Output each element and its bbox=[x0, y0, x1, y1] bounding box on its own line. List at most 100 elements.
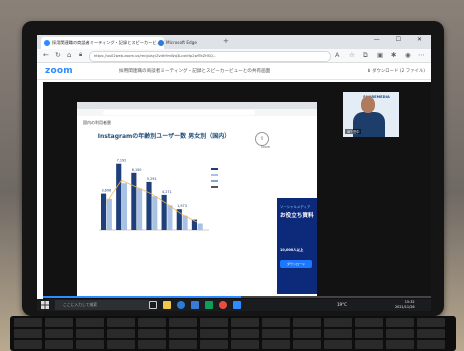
keyboard-key bbox=[138, 318, 166, 327]
keyboard-key bbox=[231, 340, 259, 349]
shared-address-bar bbox=[77, 109, 317, 116]
keyboard-key bbox=[138, 340, 166, 349]
zoom-header: zoom 採用関連職の商談者ミーティング・記録とスピーカービューとの共有画面 ⬇… bbox=[37, 63, 431, 80]
keyboard-key bbox=[45, 329, 73, 338]
speaker-name: IBT 田中 bbox=[345, 129, 362, 134]
keyboard-key bbox=[386, 329, 414, 338]
task-view-icon[interactable] bbox=[149, 301, 157, 309]
keyboard-key bbox=[324, 318, 352, 327]
keyboard-key bbox=[138, 329, 166, 338]
data-label: 3,696 bbox=[101, 189, 111, 193]
taskbar: ここに入力して検索 19°C 15:32 2021/11/26 bbox=[37, 299, 431, 311]
keyboard-key bbox=[45, 340, 73, 349]
favorite-star-icon[interactable]: ☆ bbox=[349, 51, 355, 59]
store-icon[interactable] bbox=[191, 301, 199, 309]
url-field[interactable]: https://us02web.zoom.us/rec/play/Zvdh9mW… bbox=[89, 51, 331, 62]
keyboard-key bbox=[417, 318, 445, 327]
bar-series-0 bbox=[116, 163, 122, 230]
keyboard-key bbox=[386, 340, 414, 349]
browser-tab[interactable]: Microsoft Edge bbox=[155, 37, 230, 49]
bar-series-0 bbox=[101, 193, 107, 230]
extensions-icon[interactable]: ⧉ bbox=[363, 51, 368, 60]
windows-start-icon[interactable] bbox=[41, 301, 49, 309]
keyboard-key bbox=[293, 318, 321, 327]
chrome-icon[interactable] bbox=[219, 301, 227, 309]
shared-screen: 国内の利用者層 Instagramの年齢別ユーザー数 男女別（国内） ⇪ Sha… bbox=[77, 102, 317, 310]
speaker-head bbox=[361, 96, 375, 113]
keyboard-key bbox=[169, 318, 197, 327]
profile-icon[interactable]: ◉ bbox=[405, 51, 411, 59]
keyboard-key bbox=[231, 318, 259, 327]
progress-fill bbox=[43, 296, 241, 298]
keyboard-key bbox=[262, 340, 290, 349]
keyboard-key bbox=[417, 340, 445, 349]
keyboard-key bbox=[14, 340, 42, 349]
keyboard-key bbox=[107, 340, 135, 349]
edge-favicon-icon bbox=[158, 40, 164, 46]
keyboard-key bbox=[262, 318, 290, 327]
chart-slide: Instagramの年齢別ユーザー数 男女別（国内） ⇪ Share 3,696… bbox=[89, 128, 271, 246]
address-bar: ← ↻ ⌂ 🔒︎ https://us02web.zoom.us/rec/pla… bbox=[37, 49, 431, 63]
new-tab-icon[interactable]: + bbox=[223, 37, 229, 45]
meeting-title: 採用関連職の商談者ミーティング・記録とスピーカービューとの共有画面 bbox=[119, 69, 271, 74]
app-icon[interactable] bbox=[205, 301, 213, 309]
keyboard-key bbox=[355, 318, 383, 327]
home-icon[interactable]: ⌂ bbox=[67, 51, 71, 59]
chart-title: Instagramの年齢別ユーザー数 男女別（国内） bbox=[97, 133, 231, 140]
clock-date: 2021/11/26 bbox=[395, 305, 415, 309]
settings-icon[interactable]: ✱ bbox=[391, 51, 396, 59]
back-icon[interactable]: ← bbox=[43, 51, 49, 59]
zoom-logo[interactable]: zoom bbox=[45, 66, 73, 76]
refresh-icon[interactable]: ↻ bbox=[55, 51, 61, 59]
more-menu-icon[interactable]: ⋯ bbox=[418, 51, 425, 59]
keyboard-key bbox=[45, 318, 73, 327]
ad-banner[interactable]: ソーシャルメディア お役立ち資料 10,000人以上 ダウンロード bbox=[277, 198, 317, 294]
lock-icon: 🔒︎ bbox=[79, 51, 83, 58]
chart-legend bbox=[211, 166, 261, 190]
legend-item bbox=[211, 184, 261, 190]
edge-icon[interactable] bbox=[177, 301, 185, 309]
keyboard-key bbox=[417, 329, 445, 338]
window-controls[interactable]: — ☐ ✕ bbox=[374, 36, 429, 43]
keyboard-key bbox=[355, 340, 383, 349]
system-clock[interactable]: 15:32 2021/11/26 bbox=[395, 300, 415, 310]
file-explorer-icon[interactable] bbox=[163, 301, 171, 309]
keyboard-key bbox=[169, 340, 197, 349]
progress-bar[interactable] bbox=[43, 296, 431, 298]
keyboard-key bbox=[293, 340, 321, 349]
keyboard-key bbox=[386, 318, 414, 327]
keyboard-key bbox=[200, 329, 228, 338]
download-link[interactable]: ⬇ ダウンロード (2 ファイル) bbox=[367, 68, 425, 74]
data-label: 6,150 bbox=[132, 168, 142, 172]
read-aloud-icon[interactable]: A bbox=[335, 51, 339, 59]
taskbar-search[interactable]: ここに入力して検索 bbox=[55, 300, 149, 310]
bar-series-0 bbox=[131, 172, 137, 230]
share-icon[interactable]: ⇪ bbox=[255, 132, 269, 146]
data-label: 1,973 bbox=[177, 204, 187, 208]
data-label: 7,192 bbox=[117, 159, 127, 163]
ad-line1: ソーシャルメディア bbox=[280, 205, 311, 209]
keyboard-key bbox=[76, 318, 104, 327]
keyboard-key bbox=[293, 329, 321, 338]
collections-icon[interactable]: ▣ bbox=[377, 51, 383, 59]
ad-line3: 10,000人以上 bbox=[280, 248, 304, 252]
keyboard-key bbox=[76, 340, 104, 349]
bar-series-1 bbox=[152, 196, 158, 230]
keyboard-key bbox=[200, 318, 228, 327]
keyboard-key bbox=[355, 329, 383, 338]
tab-label: Microsoft Edge bbox=[166, 40, 197, 45]
zoom-app-icon[interactable] bbox=[233, 301, 241, 309]
browser-tab-bar: 採用関連職の商談者ミーティング・記録とスピーカービ… Microsoft Edg… bbox=[37, 35, 431, 49]
weather-widget[interactable]: 19°C bbox=[337, 302, 347, 307]
browser-tab-active[interactable]: 採用関連職の商談者ミーティング・記録とスピーカービ… bbox=[41, 37, 164, 49]
keyboard-key bbox=[324, 340, 352, 349]
share-label: Share bbox=[260, 145, 270, 149]
keyboard-key bbox=[200, 340, 228, 349]
keyboard-key bbox=[262, 329, 290, 338]
bar-series-1 bbox=[167, 205, 173, 230]
bar-series-1 bbox=[197, 223, 203, 230]
data-label: 4,271 bbox=[162, 190, 172, 194]
ad-download-button[interactable]: ダウンロード bbox=[280, 260, 312, 268]
speaker-video: SHAREMEDIA CITY. IBT 田中 bbox=[343, 92, 399, 137]
recording-player[interactable]: 国内の利用者層 Instagramの年齢別ユーザー数 男女別（国内） ⇪ Sha… bbox=[43, 82, 431, 310]
